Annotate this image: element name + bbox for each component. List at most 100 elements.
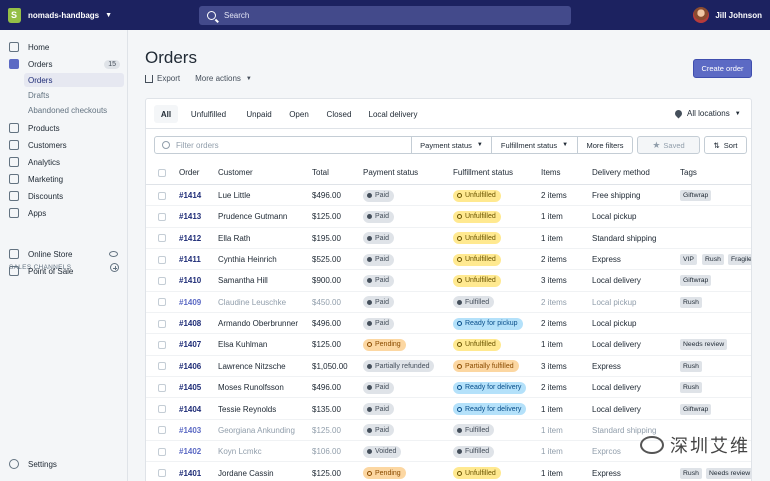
table-row[interactable]: #1409 Claudine Leuschke $450.00 Paid Fulfill… <box>146 292 751 314</box>
row-checkbox[interactable] <box>158 255 166 264</box>
col-order[interactable]: Order <box>179 168 199 177</box>
order-number-link[interactable]: #1405 <box>179 383 201 392</box>
table-row[interactable]: #1414 Lue Little $496.00 Paid Unfulfilled 2 i… <box>146 185 751 207</box>
col-customer[interactable]: Customer <box>218 168 253 177</box>
row-checkbox[interactable] <box>158 191 166 200</box>
order-number-link[interactable]: #1408 <box>179 319 201 328</box>
row-checkbox[interactable] <box>158 383 166 392</box>
sort-button[interactable]: ⇅ Sort <box>704 136 747 154</box>
items-count[interactable]: 2 items <box>541 191 567 200</box>
saved-button[interactable]: ★ Saved <box>637 136 700 154</box>
row-checkbox[interactable] <box>158 426 166 435</box>
sidebar-subitem-drafts[interactable]: Drafts <box>24 88 124 102</box>
row-checkbox[interactable] <box>158 276 166 285</box>
tab-unpaid[interactable]: Unpaid <box>241 105 277 123</box>
order-number-link[interactable]: #1410 <box>179 276 201 285</box>
table-row[interactable]: #1410 Samantha Hill $900.00 Paid Unfulfilled… <box>146 270 751 292</box>
sidebar-item-point-of-sale[interactable]: Point of Sale <box>0 263 128 279</box>
sidebar-item-customers[interactable]: Customers <box>0 137 128 153</box>
items-count[interactable]: 1 item <box>541 447 563 456</box>
tab-closed[interactable]: Closed <box>322 105 356 123</box>
row-checkbox[interactable] <box>158 298 166 307</box>
order-number-link[interactable]: #1403 <box>179 426 201 435</box>
row-checkbox[interactable] <box>158 405 166 413</box>
table-row[interactable]: #1411 Cynthia Heinrich $525.00 Paid Unfulfil… <box>146 249 751 271</box>
sidebar-item-home[interactable]: Home <box>0 39 128 55</box>
fulfillment-status-filter[interactable]: Fulfillment status ▼ <box>491 136 578 154</box>
items-count[interactable]: 3 items <box>541 276 567 285</box>
store-switcher[interactable]: nomads-handbags ▼ <box>8 7 198 23</box>
export-button[interactable]: Export <box>145 74 180 83</box>
items-count[interactable]: 2 items <box>541 383 567 392</box>
table-row[interactable]: #1401 Jordane Cassin $125.00 Pending Unfulfi… <box>146 463 751 481</box>
sidebar-subitem-orders[interactable]: Orders <box>24 73 124 87</box>
order-number-link[interactable]: #1407 <box>179 340 201 349</box>
location-selector[interactable]: All locations ▼ <box>673 108 741 119</box>
payment-status-filter[interactable]: Payment status ▼ <box>411 136 492 154</box>
order-number-link[interactable]: #1401 <box>179 469 201 478</box>
items-count[interactable]: 1 item <box>541 212 563 221</box>
eye-icon[interactable] <box>109 251 118 257</box>
items-count[interactable]: 2 items <box>541 255 567 264</box>
items-count[interactable]: 1 item <box>541 234 563 243</box>
sidebar-item-products[interactable]: Products <box>0 120 128 136</box>
order-number-link[interactable]: #1412 <box>179 234 201 243</box>
order-number-link[interactable]: #1402 <box>179 447 201 456</box>
customer-name: Ella Rath <box>218 233 251 243</box>
payment-status-badge-label: Pending <box>375 469 401 477</box>
order-number-link[interactable]: #1413 <box>179 212 201 221</box>
order-number-link[interactable]: #1414 <box>179 191 201 200</box>
tab-local-delivery[interactable]: Local delivery <box>365 105 421 123</box>
row-checkbox[interactable] <box>158 362 166 371</box>
order-number-link[interactable]: #1409 <box>179 298 201 307</box>
main-content: Orders Export More actions ▼ Create order… <box>128 30 770 481</box>
sidebar-item-analytics[interactable]: Analytics <box>0 154 128 170</box>
order-number-link[interactable]: #1406 <box>179 362 201 371</box>
table-row[interactable]: #1413 Prudence Gutmann $125.00 Paid Unfulfil… <box>146 206 751 228</box>
row-checkbox[interactable] <box>158 319 166 328</box>
sidebar-item-orders[interactable]: Orders 15 <box>0 56 128 72</box>
sidebar-subitem-abandoned-checkouts[interactable]: Abandoned checkouts <box>24 103 124 117</box>
table-row[interactable]: #1405 Moses Runolfsson $496.00 Paid Ready fo… <box>146 377 751 399</box>
table-row[interactable]: #1412 Ella Rath $195.00 Paid Unfulfilled 1 it… <box>146 228 751 249</box>
tab-all[interactable]: All <box>154 105 178 123</box>
items-count[interactable]: 2 items <box>541 319 567 328</box>
table-row[interactable]: #1404 Tessie Reynolds $135.00 Paid Ready for… <box>146 399 751 420</box>
col-tags[interactable]: Tags <box>680 168 697 177</box>
table-row[interactable]: #1406 Lawrence Nitzsche $1,050.00 Partially… <box>146 356 751 378</box>
order-number-link[interactable]: #1411 <box>179 255 201 264</box>
more-actions-button[interactable]: More actions ▼ <box>195 74 252 83</box>
row-checkbox[interactable] <box>158 234 166 243</box>
sidebar-item-apps[interactable]: Apps <box>0 205 128 221</box>
sidebar-item-marketing[interactable]: Marketing <box>0 171 128 187</box>
more-filters-button[interactable]: More filters <box>577 136 633 154</box>
user-menu[interactable]: Jill Johnson <box>693 7 762 23</box>
items-count[interactable]: 1 item <box>541 426 563 435</box>
items-count[interactable]: 1 item <box>541 340 563 349</box>
create-order-button[interactable]: Create order <box>693 59 752 78</box>
tab-unfulfilled[interactable]: Unfulfilled <box>186 105 231 123</box>
row-checkbox[interactable] <box>158 212 166 221</box>
items-count[interactable]: 3 items <box>541 362 567 371</box>
items-count[interactable]: 2 items <box>541 298 567 307</box>
tab-open[interactable]: Open <box>284 105 314 123</box>
row-checkbox[interactable] <box>158 340 166 349</box>
select-all-checkbox[interactable] <box>158 169 166 177</box>
col-total[interactable]: Total <box>312 168 329 177</box>
items-count[interactable]: 1 item <box>541 405 563 414</box>
filter-orders-input[interactable]: Filter orders <box>154 136 412 154</box>
col-fulfillment-status[interactable]: Fulfillment status <box>453 168 513 177</box>
table-row[interactable]: #1408 Armando Oberbrunner $496.00 Paid Ready… <box>146 313 751 335</box>
col-payment-status[interactable]: Payment status <box>363 168 418 177</box>
sidebar-item-online-store[interactable]: Online Store <box>0 246 128 262</box>
col-delivery-method[interactable]: Delivery method <box>592 168 650 177</box>
sidebar-item-discounts[interactable]: Discounts <box>0 188 128 204</box>
table-row[interactable]: #1407 Elsa Kuhlman $125.00 Pending Unfulfill… <box>146 334 751 356</box>
order-number-link[interactable]: #1404 <box>179 405 201 414</box>
items-count[interactable]: 1 item <box>541 469 563 478</box>
col-items[interactable]: Items <box>541 168 561 177</box>
row-checkbox[interactable] <box>158 447 166 456</box>
row-checkbox[interactable] <box>158 469 166 478</box>
search-input[interactable]: Search <box>199 6 571 25</box>
sidebar-item-settings[interactable]: Settings <box>0 456 128 472</box>
